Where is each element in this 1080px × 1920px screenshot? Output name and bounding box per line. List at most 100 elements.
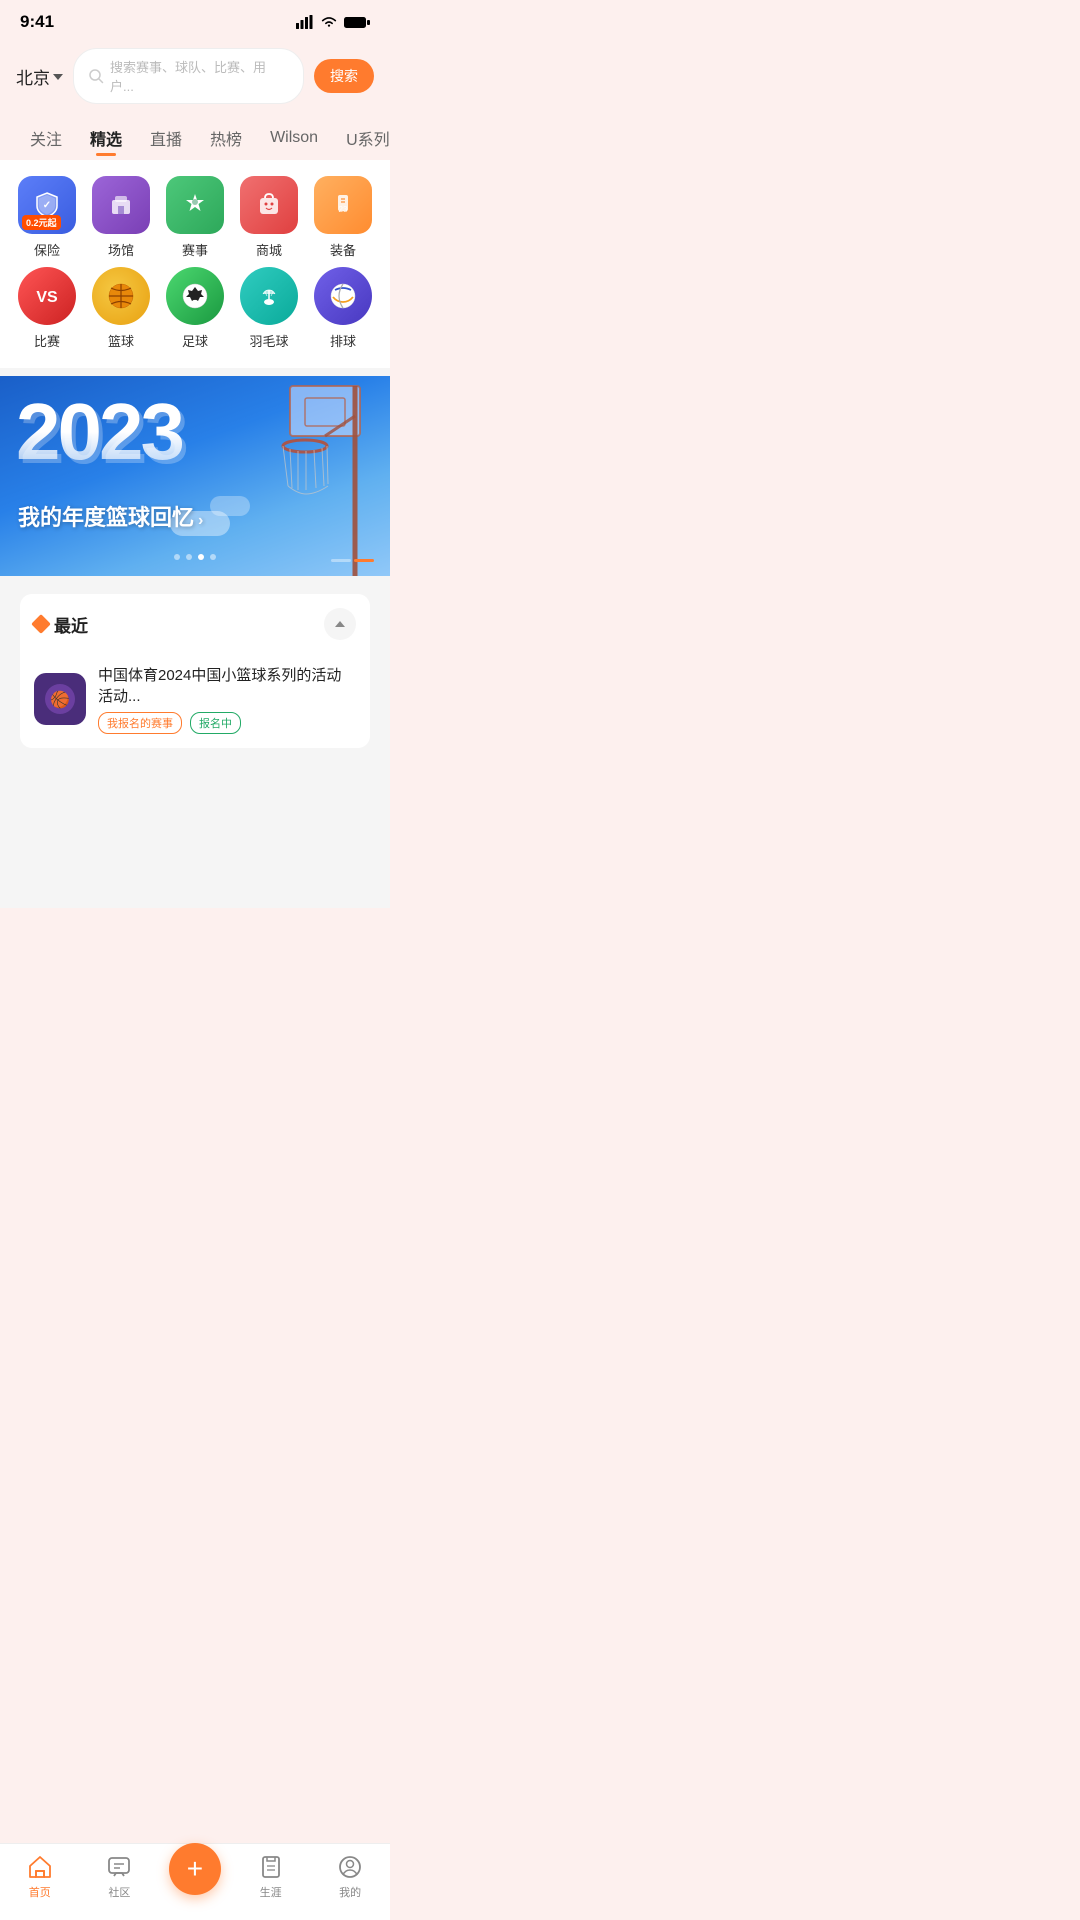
nav-community[interactable]: 社区 — [89, 1854, 149, 1900]
recent-basketball-icon: 🏀 — [42, 681, 78, 717]
svg-text:VS: VS — [36, 289, 58, 306]
tab-useries[interactable]: U系列 — [332, 120, 390, 160]
recent-item-tags: 我报名的赛事 报名中 — [98, 712, 356, 734]
football-label: 足球 — [182, 331, 208, 350]
nav-career-label: 生涯 — [260, 1884, 282, 1900]
recent-section: 最近 🏀 中国体育2024中国小篮球系列的活动活动... — [20, 594, 370, 748]
collapse-arrow-icon — [335, 621, 345, 627]
community-icon — [106, 1854, 132, 1880]
diamond-icon — [31, 614, 51, 634]
search-placeholder: 搜索赛事、球队、比赛、用户... — [110, 57, 289, 95]
nav-add-button[interactable]: + — [169, 1843, 221, 1895]
badminton-icon-img — [253, 280, 285, 312]
insurance-label: 保险 — [34, 240, 60, 259]
basketball-label: 篮球 — [108, 331, 134, 350]
location-arrow-icon — [53, 74, 63, 80]
nav-tabs: 关注 精选 直播 热榜 Wilson U系列 千 — [0, 116, 390, 160]
banner-year-main: 2023 — [16, 392, 182, 472]
event-label: 赛事 — [182, 240, 208, 259]
icon-match[interactable]: VS 比赛 — [13, 267, 81, 350]
icon-row-2: VS 比赛 篮球 — [10, 267, 380, 350]
nav-mine-label: 我的 — [339, 1884, 361, 1900]
nav-home-label: 首页 — [29, 1884, 51, 1900]
icon-badminton[interactable]: 羽毛球 — [235, 267, 303, 350]
banner-progress — [331, 559, 374, 562]
recent-wrapper: 最近 🏀 中国体育2024中国小篮球系列的活动活动... — [0, 584, 390, 828]
icon-grid: ✓ 0.2元起 保险 场馆 — [0, 160, 390, 368]
recent-title: 最近 — [54, 612, 88, 637]
event-icon-img — [180, 190, 210, 220]
icon-gear[interactable]: 23 装备 — [309, 176, 377, 259]
collapse-button[interactable] — [324, 608, 356, 640]
nav-home[interactable]: 首页 — [10, 1854, 70, 1900]
recent-item-info: 中国体育2024中国小篮球系列的活动活动... 我报名的赛事 报名中 — [98, 664, 356, 734]
search-bar[interactable]: 搜索赛事、球队、比赛、用户... — [73, 48, 304, 104]
status-time: 9:41 — [20, 12, 54, 32]
banner-dot-2 — [186, 554, 192, 560]
recent-tag-status: 报名中 — [190, 712, 241, 734]
location-text: 北京 — [16, 64, 50, 89]
icon-basketball[interactable]: 篮球 — [87, 267, 155, 350]
icon-event[interactable]: 赛事 — [161, 176, 229, 259]
svg-text:✓: ✓ — [43, 200, 51, 211]
volleyball-icon-img — [327, 280, 359, 312]
icon-venue[interactable]: 场馆 — [87, 176, 155, 259]
banner-progress-2 — [354, 559, 374, 562]
header: 北京 搜索赛事、球队、比赛、用户... 搜索 — [0, 40, 390, 116]
tab-follow[interactable]: 关注 — [16, 120, 76, 160]
basketball-hoop-icon — [210, 376, 390, 576]
banner-dot-4 — [210, 554, 216, 560]
battery-icon — [344, 16, 370, 29]
icon-row-1: ✓ 0.2元起 保险 场馆 — [10, 176, 380, 259]
shop-icon-img — [254, 190, 284, 220]
basketball-icon-img — [105, 280, 137, 312]
venue-label: 场馆 — [108, 240, 134, 259]
banner-subtitle: 我的年度篮球回忆› — [18, 500, 203, 532]
badminton-label: 羽毛球 — [249, 331, 288, 350]
tab-wilson[interactable]: Wilson — [256, 123, 332, 157]
recent-item-icon: 🏀 — [34, 673, 86, 725]
svg-text:🏀: 🏀 — [50, 689, 70, 710]
shop-label: 商城 — [256, 240, 282, 259]
tab-live[interactable]: 直播 — [136, 120, 196, 160]
wifi-icon — [320, 15, 338, 29]
svg-text:23: 23 — [339, 205, 348, 214]
football-icon-img — [179, 280, 211, 312]
nav-mine[interactable]: 我的 — [320, 1854, 380, 1900]
status-icons — [296, 15, 370, 29]
recent-item[interactable]: 🏀 中国体育2024中国小篮球系列的活动活动... 我报名的赛事 报名中 — [34, 654, 356, 748]
banner[interactable]: 2023 2023 — [0, 376, 390, 576]
home-icon — [27, 1854, 53, 1880]
search-icon — [88, 68, 104, 84]
main-content: ✓ 0.2元起 保险 场馆 — [0, 160, 390, 908]
add-icon: + — [187, 1855, 203, 1883]
banner-dots — [174, 554, 216, 560]
recent-item-title: 中国体育2024中国小篮球系列的活动活动... — [98, 664, 356, 706]
banner-progress-1 — [331, 559, 351, 562]
tab-hot[interactable]: 热榜 — [196, 120, 256, 160]
mine-icon — [337, 1854, 363, 1880]
section-header: 最近 — [34, 608, 356, 640]
section-title: 最近 — [34, 612, 88, 637]
match-icon-img: VS — [32, 281, 62, 311]
signal-icon — [296, 15, 314, 29]
volleyball-label: 排球 — [330, 331, 356, 350]
tab-selected[interactable]: 精选 — [76, 120, 136, 160]
status-bar: 9:41 — [0, 0, 390, 40]
icon-insurance[interactable]: ✓ 0.2元起 保险 — [13, 176, 81, 259]
insurance-badge: 0.2元起 — [22, 215, 61, 230]
icon-shop[interactable]: 商城 — [235, 176, 303, 259]
nav-career[interactable]: 生涯 — [241, 1854, 301, 1900]
icon-volleyball[interactable]: 排球 — [309, 267, 377, 350]
gear-icon-img: 23 — [328, 190, 358, 220]
search-button[interactable]: 搜索 — [314, 59, 374, 93]
venue-icon-img — [106, 190, 136, 220]
icon-football[interactable]: 足球 — [161, 267, 229, 350]
nav-community-label: 社区 — [108, 1884, 130, 1900]
location-button[interactable]: 北京 — [16, 64, 63, 89]
career-icon — [258, 1854, 284, 1880]
gear-label: 装备 — [330, 240, 356, 259]
recent-tag-event: 我报名的赛事 — [98, 712, 182, 734]
match-label: 比赛 — [34, 331, 60, 350]
banner-dot-3 — [198, 554, 204, 560]
